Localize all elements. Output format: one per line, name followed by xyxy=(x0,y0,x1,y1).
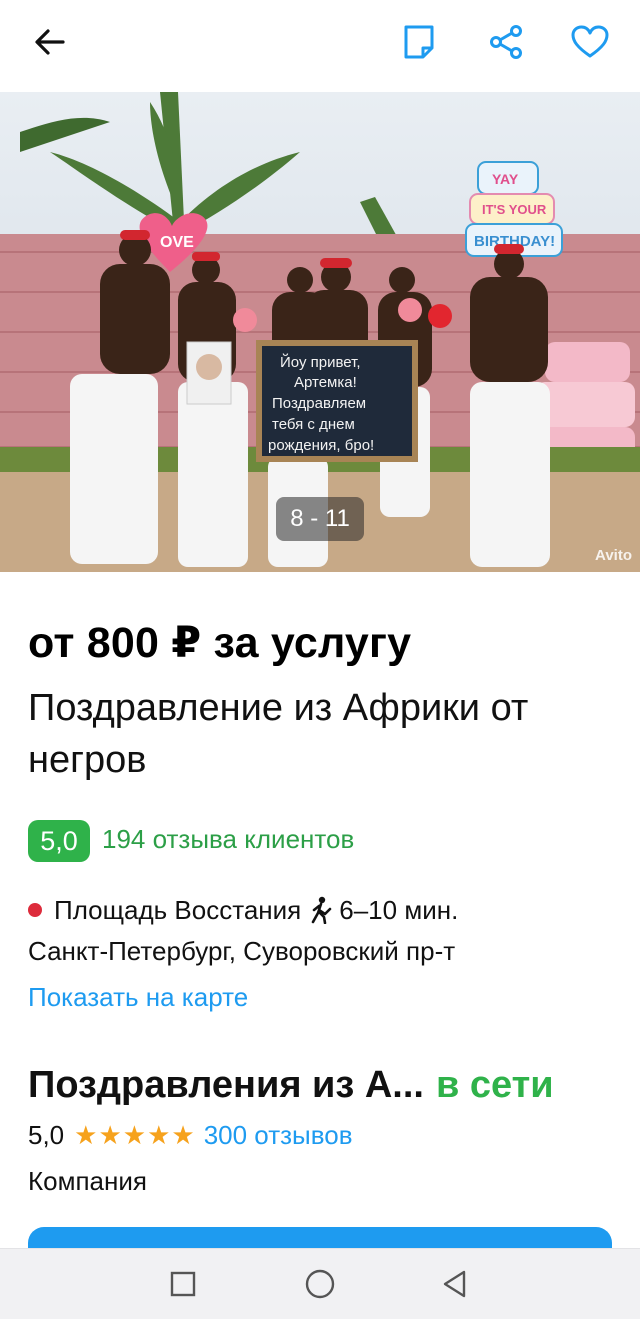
photo-counter: 8 - 11 xyxy=(276,497,364,541)
reviews-link[interactable]: 194 отзыва клиентов xyxy=(102,824,354,855)
seller-name[interactable]: Поздравления из А... xyxy=(28,1064,424,1106)
address: Санкт-Петербург, Суворовский пр-т xyxy=(28,936,456,966)
svg-text:OVE: OVE xyxy=(160,234,194,251)
svg-text:YAY: YAY xyxy=(492,171,519,187)
recent-apps-icon xyxy=(170,1271,196,1297)
price: от 800 ₽ за услугу xyxy=(28,619,412,667)
system-nav-bar xyxy=(0,1248,640,1319)
svg-text:IT'S YOUR: IT'S YOUR xyxy=(482,202,547,217)
metro-station: Площадь Восстания xyxy=(54,894,302,925)
home-icon xyxy=(305,1269,335,1299)
svg-text:Йоу привет,: Йоу привет, xyxy=(280,353,361,371)
svg-text:тебя с днем: тебя с днем xyxy=(272,416,355,433)
favorite-button[interactable] xyxy=(566,18,614,66)
show-on-map-link[interactable]: Показать на карте xyxy=(28,982,248,1013)
note-icon xyxy=(404,25,434,59)
recent-apps-button[interactable] xyxy=(165,1266,201,1302)
back-icon xyxy=(443,1270,466,1298)
walk-time: 6–10 мин. xyxy=(339,894,459,925)
metro-row: Площадь Восстания 6–10 мин. xyxy=(28,893,458,927)
listing-title: Поздравление из Африки от негров xyxy=(28,687,529,781)
online-status: в сети xyxy=(435,1064,554,1106)
walking-icon xyxy=(309,896,333,924)
seller-reviews-link[interactable]: 300 отзывов xyxy=(204,1120,353,1151)
seller-header[interactable]: Поздравления из А... в сети xyxy=(28,1064,554,1107)
home-button[interactable] xyxy=(302,1266,338,1302)
share-icon xyxy=(490,25,522,59)
share-button[interactable] xyxy=(482,18,530,66)
rating-badge: 5,0 xyxy=(28,820,90,862)
svg-text:Поздравляем: Поздравляем xyxy=(272,395,366,412)
seller-rating-row: 5,0 ★★★★★ 300 отзывов xyxy=(28,1120,353,1151)
svg-text:рождения, бро!: рождения, бро! xyxy=(268,437,374,454)
photo-gallery[interactable]: OVE YAY IT'S YOUR BIRTHDAY! Йоу привет, … xyxy=(0,92,640,572)
svg-text:Артемка!: Артемка! xyxy=(294,374,357,391)
seller-type: Компания xyxy=(28,1166,147,1196)
back-button[interactable] xyxy=(26,18,74,66)
avito-watermark: Avito xyxy=(595,547,632,564)
note-button[interactable] xyxy=(395,18,443,66)
metro-line-dot xyxy=(28,903,42,917)
star-rating-icon: ★★★★★ xyxy=(74,1120,196,1150)
heart-icon xyxy=(571,25,609,58)
back-arrow-icon xyxy=(35,29,65,55)
chalkboard-sign: Йоу привет, Артемка! Поздравляем тебя с … xyxy=(256,340,418,462)
system-back-button[interactable] xyxy=(437,1266,473,1302)
seller-rating-value: 5,0 xyxy=(28,1120,65,1150)
top-bar xyxy=(0,0,640,92)
